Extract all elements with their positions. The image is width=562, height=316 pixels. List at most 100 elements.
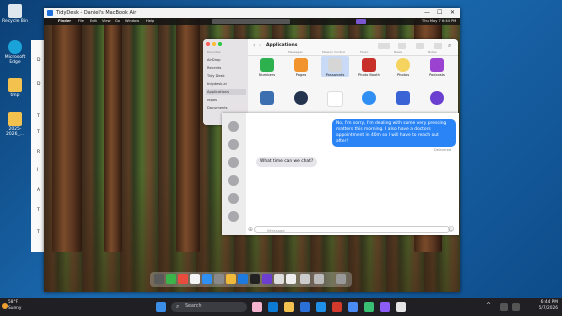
avatar[interactable] [228,121,239,132]
app-photos[interactable]: Photos [389,58,417,77]
remote-desktop-window[interactable]: TidyDesk - Daniel's MacBook Air — ☐ ✕ Fi… [44,8,460,292]
avatar[interactable] [228,139,239,150]
dock-document-icon[interactable] [286,274,296,284]
app-photo-booth[interactable]: Photo Booth [355,58,383,77]
desktop-icon-folder-2025[interactable]: 2025-2026_... [2,112,28,137]
chrome-icon[interactable] [348,302,358,312]
menu-go[interactable]: Go [115,18,120,25]
weather-desc: Sunny [8,305,22,311]
taskbar-clock[interactable]: 6:44 PM 5/7/2026 [532,300,558,312]
menu-edit[interactable]: Edit [90,18,97,25]
app-podcasts[interactable]: Podcasts [423,58,451,77]
menu-window[interactable]: Window [125,18,139,25]
sidebar-item-tidy-desk[interactable]: Tidy Desk [206,73,246,79]
taskbar-app-icon[interactable] [332,302,342,312]
menu-app-finder[interactable]: Finder [58,18,71,25]
desktop-icon-tmp[interactable]: tmp [2,78,28,98]
sidebar-item-documents[interactable]: Documents [206,105,246,111]
avatar[interactable] [228,193,239,204]
sliver-letter: D [37,82,41,87]
sidebar-item-airdrop[interactable]: AirDrop [206,57,246,63]
file-explorer-icon[interactable] [284,302,294,312]
sidebar-item-tidydesk-ai[interactable]: tidydesk.ai [206,81,246,87]
sidebar-item-repos[interactable]: repos [206,97,246,103]
close-icon[interactable] [206,42,210,46]
dock-trash-icon[interactable] [336,274,346,284]
dock-settings-icon[interactable] [214,274,224,284]
imessage-input[interactable]: iMessage [254,226,450,233]
edge-icon[interactable] [268,302,278,312]
tidydesk-taskbar-icon[interactable] [396,302,406,312]
dock-folder-icon[interactable] [300,274,310,284]
more-icon[interactable] [434,43,442,49]
search-icon: ⌕ [176,303,180,310]
dock-app-icon[interactable] [226,274,236,284]
app-preview[interactable] [253,91,281,106]
weather-widget[interactable]: 58°F Sunny [8,300,21,311]
app-reminders[interactable] [321,91,349,108]
close-button[interactable]: ✕ [450,8,455,18]
dock-app-icon[interactable] [238,274,248,284]
dock-calendar-icon[interactable] [178,274,188,284]
network-icon[interactable] [500,303,508,311]
avatar[interactable] [228,157,239,168]
desktop-icon-edge[interactable]: Microsoft Edge [2,40,28,65]
tray-chevron-icon[interactable]: ^ [486,302,491,309]
dock-finder-icon[interactable] [154,274,164,284]
tag-icon[interactable] [416,43,424,49]
maximize-button[interactable]: ☐ [437,8,442,18]
view-options-icon[interactable] [378,43,390,49]
screen-record-icon[interactable] [356,19,366,24]
messages-window[interactable]: No, I'm sorry, I'm dealing with some ver… [222,113,459,235]
dock-folder-icon[interactable] [314,274,324,284]
app-quicktime[interactable] [287,91,315,106]
dock-notes-icon[interactable] [190,274,200,284]
remote-window-titlebar[interactable]: TidyDesk - Daniel's MacBook Air — ☐ ✕ [44,8,460,18]
minimize-button[interactable]: — [424,8,430,18]
menubar-status-icons[interactable] [212,19,290,24]
taskbar-app-icon[interactable] [300,302,310,312]
app-pages[interactable]: Pages [287,58,315,77]
menubar-clock[interactable]: Thu May 7 6:44 PM [422,18,456,25]
app-screen-sharing[interactable] [389,91,417,106]
siri-icon [430,91,444,105]
visual-studio-icon[interactable] [380,302,390,312]
desktop-icon-recycle-bin[interactable]: Recycle Bin [2,4,28,24]
background-window-edge[interactable]: D D T T R I A T T [31,40,45,252]
search-icon[interactable]: ⌕ [448,42,451,50]
remote-window-title: TidyDesk - Daniel's MacBook Air [56,10,137,16]
forward-icon[interactable]: › [259,42,261,49]
dock-app-icon[interactable] [262,274,272,284]
delivered-status: Delivered [434,148,452,152]
dock-messages-icon[interactable] [166,274,176,284]
dock-app-icon[interactable] [274,274,284,284]
emoji-icon[interactable]: ☺ [448,226,454,233]
incoming-message-bubble: What time can we chat? [256,157,318,167]
app-label-partial: Notes [428,50,437,54]
windows-start-icon[interactable] [156,302,166,312]
volume-icon[interactable] [512,303,520,311]
app-passwords[interactable]: Passwords [321,56,349,77]
zoom-icon[interactable] [218,42,222,46]
taskbar-app-icon[interactable] [364,302,374,312]
app-safari[interactable] [355,91,383,106]
apps-plus-icon[interactable]: ⊕ [248,226,253,233]
back-icon[interactable]: ‹ [253,42,255,49]
app-siri[interactable] [423,91,451,106]
avatar[interactable] [228,211,239,222]
dock-terminal-icon[interactable] [250,274,260,284]
avatar[interactable] [228,175,239,186]
sidebar-item-applications[interactable]: Applications [206,89,246,95]
minimize-icon[interactable] [212,42,216,46]
menu-file[interactable]: File [78,18,84,25]
menu-view[interactable]: View [102,18,111,25]
mail-icon[interactable] [316,302,326,312]
menu-help[interactable]: Help [146,18,154,25]
desktop-icon-label: Recycle Bin [2,19,28,24]
taskbar-search[interactable]: ⌕ Search [171,302,247,312]
app-numbers[interactable]: Numbers [253,58,281,77]
taskbar-app-icon[interactable] [252,302,262,312]
sidebar-item-recents[interactable]: Recents [206,65,246,71]
dock-safari-icon[interactable] [202,274,212,284]
share-icon[interactable] [398,43,406,49]
